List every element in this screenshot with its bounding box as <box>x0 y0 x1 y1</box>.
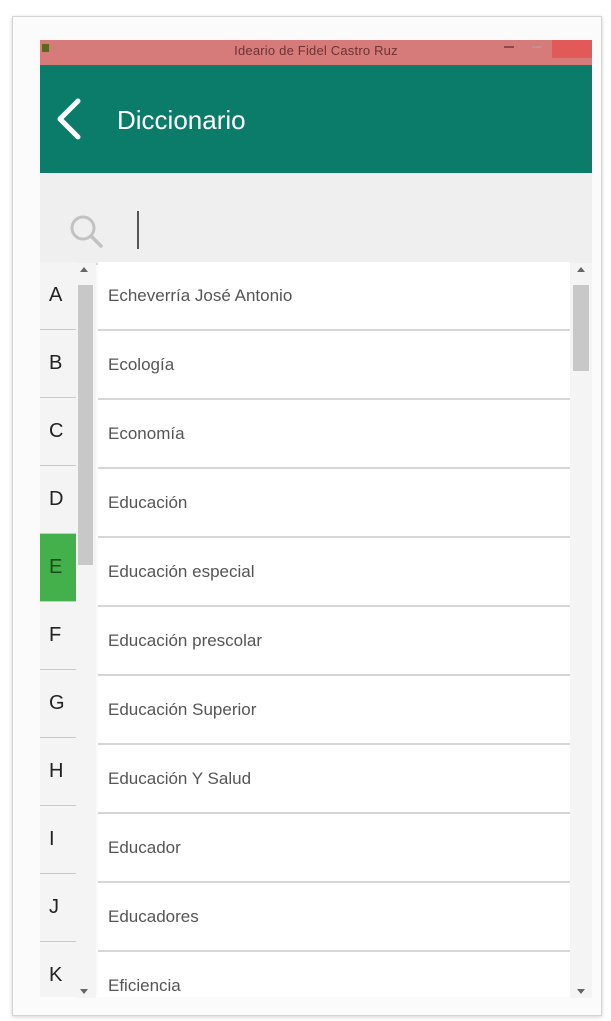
list-item[interactable]: Ecología <box>98 331 570 400</box>
list-item[interactable]: Echeverría José Antonio <box>98 262 570 331</box>
alphabet-letter-h[interactable]: H <box>40 738 76 806</box>
list-item[interactable]: Eficiencia <box>98 952 570 997</box>
back-button[interactable] <box>52 95 92 143</box>
page-title: Diccionario <box>117 105 246 135</box>
alphabet-letter-j[interactable]: J <box>40 874 76 942</box>
alphabet-letter-f[interactable]: F <box>40 602 76 670</box>
list-item[interactable]: Educación prescolar <box>98 607 570 676</box>
list-item[interactable]: Educación Y Salud <box>98 745 570 814</box>
chevron-left-icon <box>57 98 81 140</box>
alphabet-letter-i[interactable]: I <box>40 806 76 874</box>
alphabet-letter-b[interactable]: B <box>40 330 76 398</box>
window-titlebar: Ideario de Fidel Castro Ruz <box>40 40 592 65</box>
list-item[interactable]: Educación Superior <box>98 676 570 745</box>
scroll-up-arrow-icon[interactable] <box>577 267 585 272</box>
maximize-button[interactable] <box>532 46 542 48</box>
search-bar <box>40 173 592 265</box>
alphabet-letter-e[interactable]: E <box>40 534 76 602</box>
list-item[interactable]: Educadores <box>98 883 570 952</box>
scrollbar-thumb[interactable] <box>78 285 93 565</box>
alphabet-index: ABCDEFGHIJK <box>40 262 76 997</box>
alphabet-letter-k[interactable]: K <box>40 942 76 997</box>
scroll-up-arrow-icon[interactable] <box>80 267 88 272</box>
alphabet-scrollbar[interactable] <box>76 263 96 998</box>
close-button[interactable] <box>552 40 592 58</box>
app-bar: Diccionario <box>40 65 592 173</box>
dictionary-list: Echeverría José Antonio Ecología Economía E… <box>98 262 570 997</box>
search-input[interactable] <box>138 211 566 251</box>
scrollbar-thumb[interactable] <box>573 285 589 371</box>
list-item[interactable]: Economía <box>98 400 570 469</box>
list-item[interactable]: Educación <box>98 469 570 538</box>
list-scrollbar[interactable] <box>570 263 592 998</box>
alphabet-letter-c[interactable]: C <box>40 398 76 466</box>
alphabet-letter-g[interactable]: G <box>40 670 76 738</box>
scroll-down-arrow-icon[interactable] <box>577 989 585 994</box>
search-icon <box>70 215 103 248</box>
list-item[interactable]: Educación especial <box>98 538 570 607</box>
alphabet-letter-a[interactable]: A <box>40 262 76 330</box>
list-item[interactable]: Educador <box>98 814 570 883</box>
scroll-down-arrow-icon[interactable] <box>80 989 88 994</box>
alphabet-letter-d[interactable]: D <box>40 466 76 534</box>
minimize-button[interactable] <box>504 46 514 48</box>
